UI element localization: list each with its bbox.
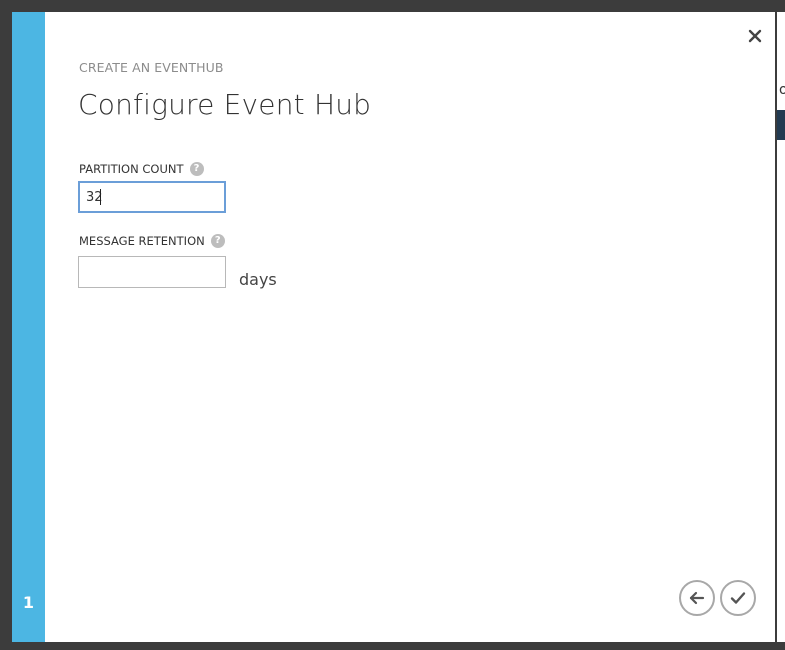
question-icon[interactable]: ?: [189, 162, 204, 176]
page-title: Configure Event Hub: [78, 88, 372, 121]
partition-count-label: PARTITION COUNT: [79, 162, 184, 176]
background-page: o: [777, 12, 785, 642]
finish-button[interactable]: [720, 580, 756, 616]
message-retention-input[interactable]: [78, 256, 226, 288]
close-button[interactable]: [747, 28, 763, 44]
breadcrumb: CREATE AN EVENTHUB: [79, 60, 224, 75]
checkmark-icon: [730, 592, 746, 604]
close-icon: [748, 29, 762, 43]
partition-count-label-row: PARTITION COUNT ?: [79, 162, 204, 176]
question-icon[interactable]: ?: [210, 234, 225, 248]
create-eventhub-dialog: 1 CREATE AN EVENTHUB Configure Event Hub…: [12, 12, 775, 642]
message-retention-label-row: MESSAGE RETENTION ?: [79, 234, 225, 248]
background-page-bar: [777, 110, 785, 140]
step-number: 1: [22, 593, 35, 612]
retention-unit-label: days: [239, 270, 277, 289]
background-page-text: o: [779, 82, 785, 98]
message-retention-label: MESSAGE RETENTION: [79, 234, 205, 248]
text-caret: [100, 189, 101, 205]
arrow-left-icon: [689, 591, 705, 605]
back-button[interactable]: [679, 580, 715, 616]
wizard-step-bar: 1: [12, 12, 45, 642]
